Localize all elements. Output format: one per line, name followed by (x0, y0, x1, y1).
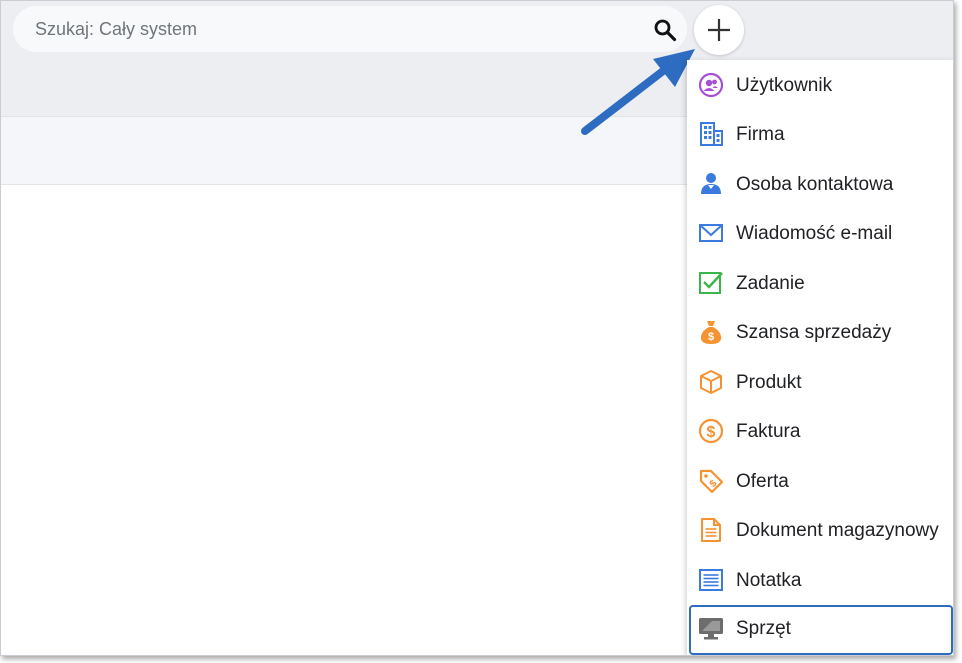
menu-item-label: Zadanie (736, 273, 805, 294)
menu-item-label: Firma (736, 124, 785, 145)
svg-text:$: $ (708, 331, 714, 343)
search-input[interactable] (13, 6, 643, 52)
menu-item-task[interactable]: Zadanie (689, 260, 953, 306)
menu-item-label: Osoba kontaktowa (736, 174, 894, 195)
app-window: Użytkownik Firma (0, 0, 954, 656)
menu-item-sales-opportunity[interactable]: $ Szansa sprzedaży (689, 309, 953, 355)
contact-person-icon (698, 171, 724, 197)
box-icon (698, 369, 724, 395)
menu-item-label: Oferta (736, 471, 789, 492)
menu-item-note[interactable]: Notatka (689, 557, 953, 603)
menu-item-offer[interactable]: $ Oferta (689, 458, 953, 504)
menu-item-label: Notatka (736, 570, 802, 591)
plus-icon (708, 19, 730, 41)
envelope-icon (698, 220, 724, 246)
dollar-circle-icon: $ (698, 418, 724, 444)
document-icon (698, 517, 724, 543)
monitor-icon (698, 615, 724, 641)
menu-item-contact-person[interactable]: Osoba kontaktowa (689, 161, 953, 207)
menu-item-label: Sprzęt (736, 618, 791, 639)
menu-item-label: Dokument magazynowy (736, 520, 939, 541)
arrow-annotation (581, 49, 695, 135)
add-new-menu: Użytkownik Firma Osoba kontaktowa Wiadom… (687, 60, 953, 655)
menu-item-label: Użytkownik (736, 75, 833, 96)
menu-item-company[interactable]: Firma (689, 111, 953, 157)
menu-item-label: Produkt (736, 372, 802, 393)
note-icon (698, 567, 724, 593)
menu-item-email[interactable]: Wiadomość e-mail (689, 210, 953, 256)
building-icon (698, 121, 724, 147)
menu-item-label: Szansa sprzedaży (736, 322, 892, 343)
menu-item-label: Wiadomość e-mail (736, 223, 893, 244)
menu-item-user[interactable]: Użytkownik (689, 62, 953, 108)
menu-item-label: Faktura (736, 421, 801, 442)
menu-item-product[interactable]: Produkt (689, 359, 953, 405)
user-icon (698, 72, 724, 98)
menu-item-equipment[interactable]: Sprzęt (689, 605, 953, 655)
money-bag-icon: $ (698, 319, 724, 345)
checkbox-icon (698, 270, 724, 296)
menu-item-invoice[interactable]: $ Faktura (689, 408, 953, 454)
svg-text:$: $ (707, 424, 716, 441)
search-icon[interactable] (653, 18, 677, 42)
menu-item-warehouse-document[interactable]: Dokument magazynowy (689, 507, 953, 553)
price-tag-icon: $ (698, 468, 724, 494)
add-new-button[interactable] (694, 5, 744, 55)
